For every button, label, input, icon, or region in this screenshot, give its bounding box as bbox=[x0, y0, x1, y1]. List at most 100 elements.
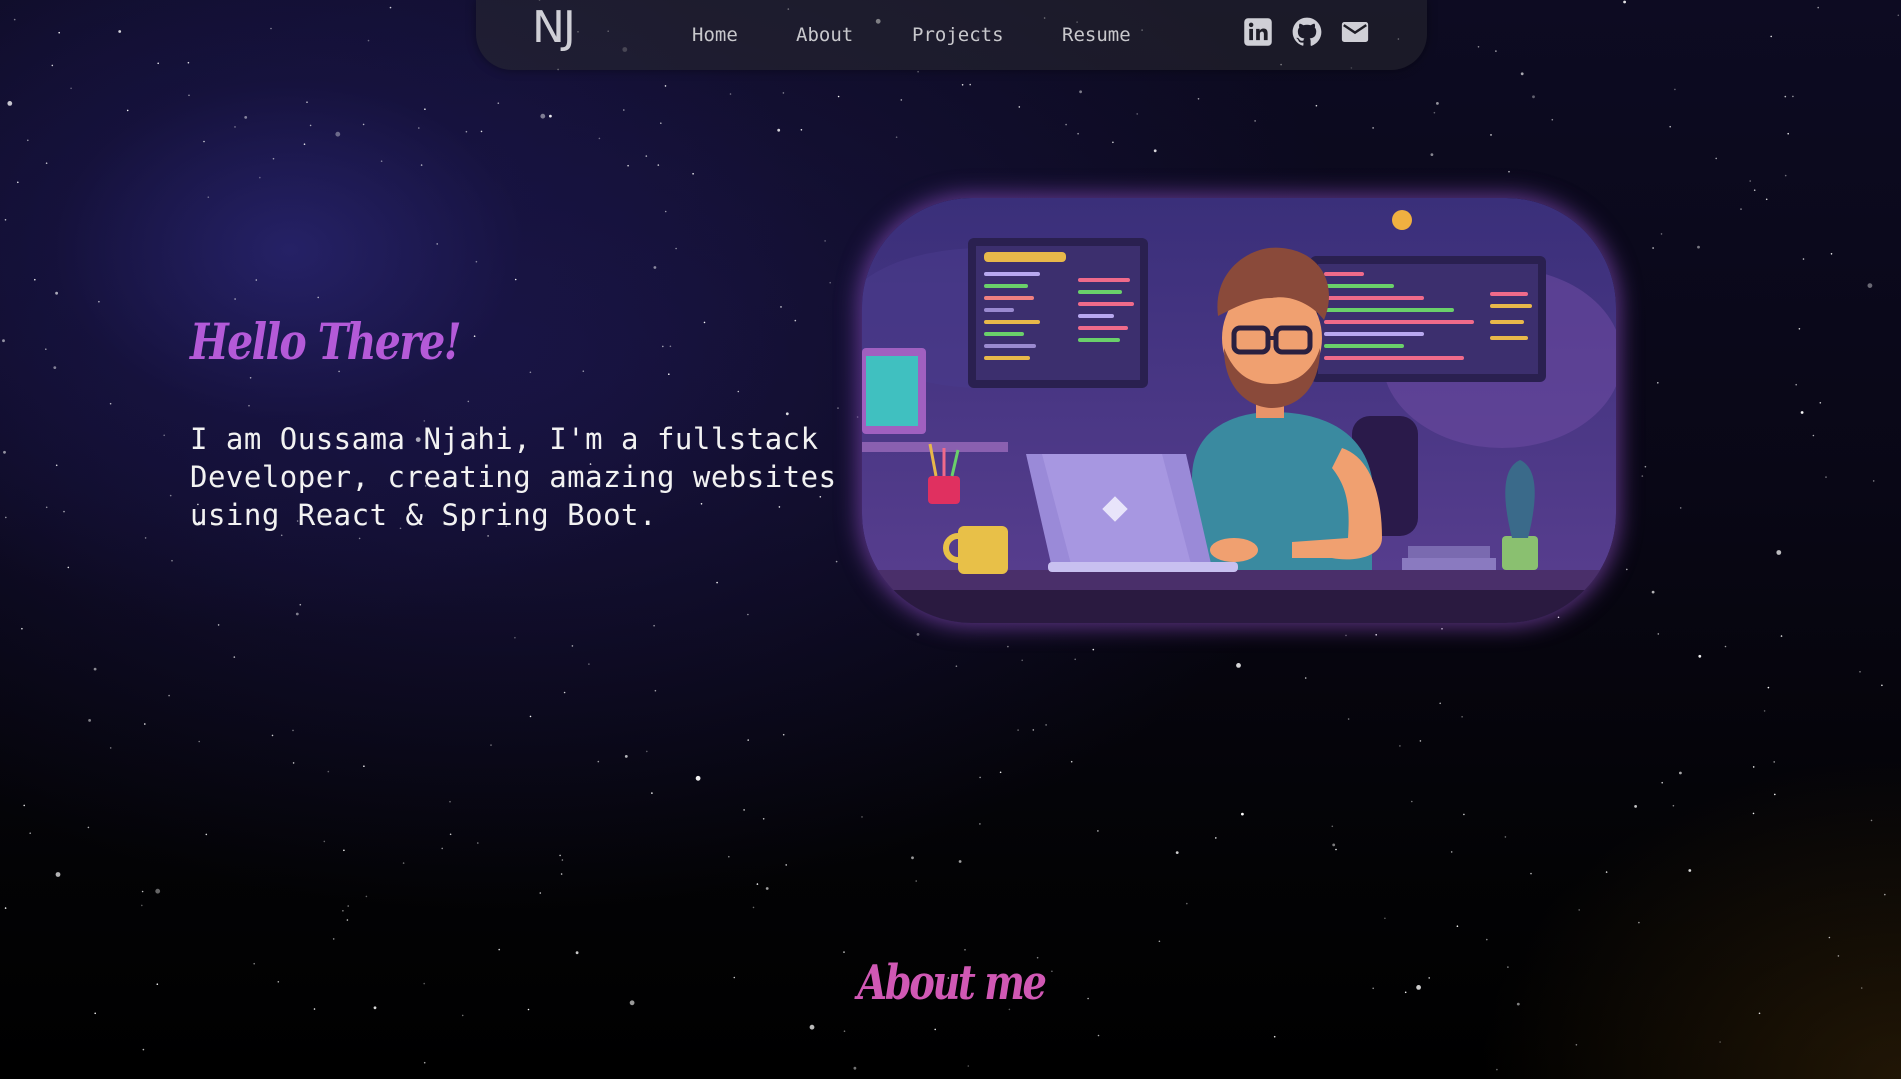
star bbox=[853, 1066, 857, 1070]
star bbox=[646, 750, 648, 753]
star bbox=[1867, 283, 1873, 288]
star bbox=[824, 240, 826, 242]
star bbox=[1347, 718, 1350, 720]
star bbox=[1719, 1041, 1721, 1043]
star bbox=[1724, 645, 1727, 648]
star bbox=[34, 278, 36, 281]
star bbox=[785, 412, 789, 416]
linkedin-icon[interactable] bbox=[1243, 17, 1273, 47]
nav-resume-link[interactable]: Resume bbox=[1062, 24, 1131, 46]
star bbox=[692, 173, 694, 175]
star bbox=[582, 370, 585, 373]
star bbox=[207, 196, 210, 198]
star bbox=[5, 516, 7, 519]
star bbox=[917, 70, 919, 73]
nav-home-link[interactable]: Home bbox=[692, 24, 738, 46]
star bbox=[1752, 812, 1755, 815]
star bbox=[87, 826, 90, 829]
star bbox=[272, 157, 275, 160]
star bbox=[549, 114, 552, 118]
nav-about-link[interactable]: About bbox=[796, 24, 853, 46]
star bbox=[487, 535, 489, 537]
star bbox=[563, 691, 566, 694]
star bbox=[1335, 848, 1337, 851]
star bbox=[271, 734, 274, 737]
star bbox=[1657, 382, 1659, 384]
hero-intro: I am Oussama Njahi, I'm a fullstack Deve… bbox=[190, 422, 837, 532]
hero-greeting: Hello There! bbox=[190, 312, 462, 371]
star bbox=[1752, 766, 1755, 768]
star bbox=[835, 560, 838, 563]
star bbox=[327, 770, 330, 773]
star bbox=[657, 164, 660, 166]
site-logo[interactable]: NJ bbox=[532, 2, 576, 53]
star bbox=[1784, 174, 1787, 177]
star bbox=[571, 645, 574, 647]
nav-projects-link[interactable]: Projects bbox=[912, 24, 1004, 46]
star bbox=[1859, 671, 1861, 673]
star bbox=[837, 407, 839, 409]
star bbox=[1679, 507, 1682, 509]
star bbox=[1819, 402, 1822, 404]
star bbox=[861, 816, 863, 818]
star bbox=[627, 164, 629, 167]
star bbox=[1578, 909, 1580, 911]
star bbox=[1433, 111, 1436, 114]
star bbox=[420, 164, 423, 166]
star bbox=[598, 137, 601, 140]
star bbox=[762, 818, 765, 820]
star bbox=[1780, 635, 1783, 637]
star bbox=[1018, 106, 1021, 108]
star bbox=[23, 804, 26, 807]
star bbox=[1698, 654, 1702, 658]
star bbox=[343, 849, 345, 852]
star bbox=[362, 123, 365, 126]
star bbox=[67, 566, 70, 569]
star bbox=[1802, 258, 1805, 260]
star bbox=[363, 765, 365, 767]
star bbox=[280, 534, 283, 537]
star bbox=[346, 919, 349, 921]
star bbox=[1504, 836, 1507, 838]
star bbox=[163, 434, 165, 437]
star bbox=[141, 904, 143, 907]
star bbox=[63, 510, 65, 513]
star bbox=[475, 260, 478, 263]
star bbox=[4, 219, 7, 221]
star bbox=[782, 733, 785, 736]
star bbox=[335, 131, 341, 137]
email-icon[interactable] bbox=[1340, 17, 1370, 47]
star bbox=[999, 771, 1002, 774]
star bbox=[539, 892, 542, 894]
star bbox=[669, 345, 672, 348]
star bbox=[144, 537, 147, 539]
star bbox=[743, 809, 745, 811]
star bbox=[1644, 465, 1647, 468]
star bbox=[402, 862, 405, 864]
star bbox=[423, 1061, 426, 1064]
star bbox=[800, 129, 803, 131]
star bbox=[794, 319, 797, 322]
star bbox=[1430, 153, 1434, 157]
star bbox=[1450, 851, 1453, 853]
star bbox=[765, 887, 769, 890]
star bbox=[29, 832, 32, 834]
star bbox=[303, 143, 306, 145]
star bbox=[915, 880, 917, 882]
star bbox=[1021, 659, 1023, 662]
github-icon[interactable] bbox=[1292, 17, 1322, 47]
star bbox=[155, 888, 161, 894]
star bbox=[342, 910, 344, 912]
star bbox=[93, 667, 97, 671]
star bbox=[1688, 869, 1692, 872]
star bbox=[1679, 771, 1682, 775]
star bbox=[1881, 684, 1883, 687]
star bbox=[109, 747, 112, 749]
star bbox=[234, 126, 236, 128]
star bbox=[88, 719, 91, 722]
star bbox=[94, 1012, 96, 1015]
star bbox=[1495, 50, 1497, 52]
star bbox=[1074, 658, 1076, 661]
star bbox=[1520, 72, 1524, 76]
star bbox=[17, 181, 19, 184]
